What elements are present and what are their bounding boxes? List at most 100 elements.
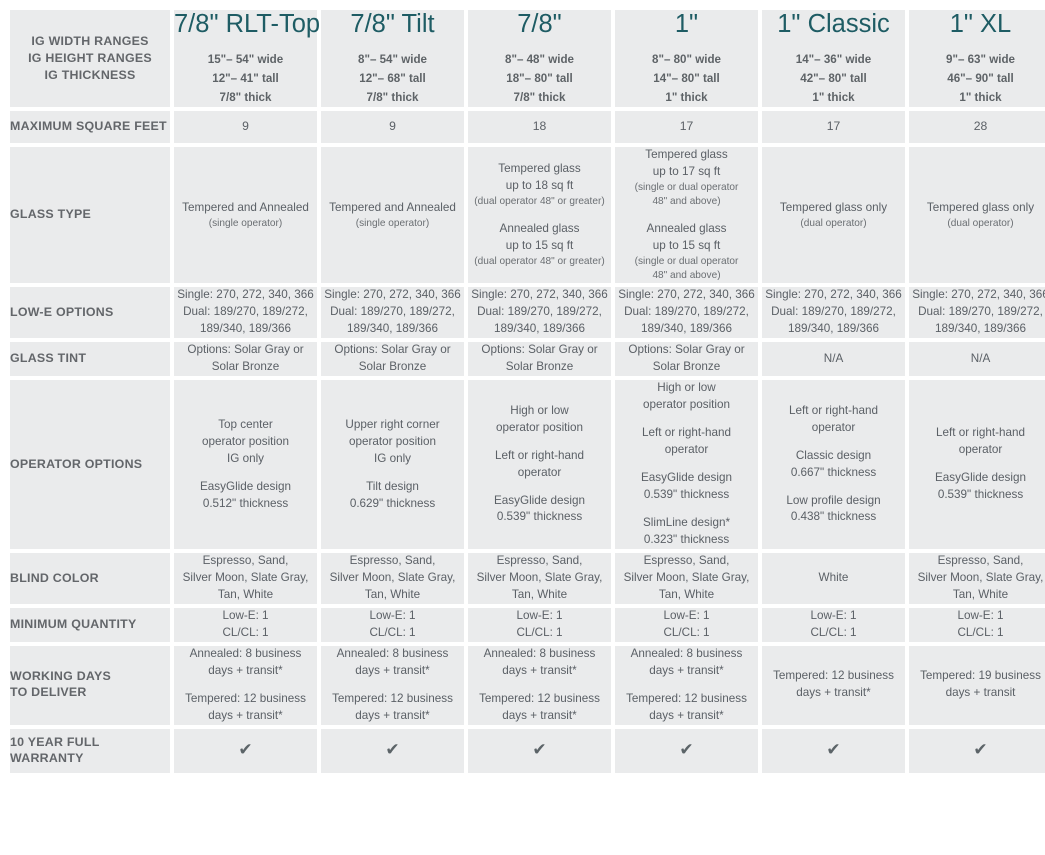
column-specs: 8"– 54" wide 12"– 68" tall 7/8" thick	[321, 51, 464, 107]
table-cell: Low-E: 1 CL/CL: 1	[174, 607, 317, 642]
column-header-2: 7/8" 8"– 48" wide 18"– 80" tall 7/8" thick	[468, 10, 611, 108]
table-cell: Annealed: 8 business days + transit* Tempe…	[174, 645, 317, 725]
column-title: 1" Classic	[777, 10, 890, 38]
row-label-10-year-full-warranty: 10 YEAR FULL WARRANTY	[10, 728, 170, 773]
cell-note: (single operator)	[355, 217, 430, 229]
row-label-low-e-options: LOW-E OPTIONS	[10, 287, 170, 339]
cell-text: up to 15 sq ft	[652, 238, 721, 252]
row-label-operator-options: OPERATOR OPTIONS	[10, 380, 170, 549]
column-spec: 14"– 36" wide	[795, 53, 872, 67]
table-cell: N/A	[909, 342, 1045, 377]
table-cell: Single: 270, 272, 340, 366 Dual: 189/270,…	[909, 287, 1045, 339]
table-cell: Espresso, Sand, Silver Moon, Slate Gray, T…	[909, 552, 1045, 604]
table-cell: Tempered and Annealed (single operator)	[174, 147, 317, 284]
cell-note: (single operator)	[208, 217, 283, 229]
table-cell: Tempered glass only (dual operator)	[762, 147, 905, 284]
table-cell: Low-E: 1 CL/CL: 1	[762, 607, 905, 642]
column-spec: 42"– 80" tall	[800, 71, 867, 85]
table-cell: Low-E: 1 CL/CL: 1	[615, 607, 758, 642]
column-specs: 8"– 48" wide 18"– 80" tall 7/8" thick	[468, 51, 611, 107]
cell-note: (single or dual operator	[634, 182, 739, 194]
table-row: MAXIMUM SQUARE FEET 9 9 18 17 17 28	[10, 111, 1045, 144]
column-spec: 8"– 54" wide	[358, 53, 427, 67]
row-label-glass-type: GLASS TYPE	[10, 147, 170, 284]
warranty-cell: ✔	[762, 728, 905, 773]
cell-note: (dual operator 48" or greater)	[474, 255, 605, 267]
table-cell: Espresso, Sand, Silver Moon, Slate Gray, T…	[321, 552, 464, 604]
table-cell: Left or right-hand operator EasyGlide desi…	[909, 380, 1045, 549]
table-cell: 28	[909, 111, 1045, 144]
table-cell: Tempered: 19 business days + transit	[909, 645, 1045, 725]
table-cell: Left or right-hand operator Classic design…	[762, 380, 905, 549]
table-cell: Options: Solar Gray or Solar Bronze	[468, 342, 611, 377]
column-spec: 8"– 80" wide	[652, 53, 721, 67]
table-cell: Low-E: 1 CL/CL: 1	[468, 607, 611, 642]
warranty-cell: ✔	[321, 728, 464, 773]
row-label-blind-color: BLIND COLOR	[10, 552, 170, 604]
table-cell: Single: 270, 272, 340, 366 Dual: 189/270,…	[615, 287, 758, 339]
cell-text: up to 15 sq ft	[505, 238, 574, 252]
table-cell: Espresso, Sand, Silver Moon, Slate Gray, T…	[615, 552, 758, 604]
table-cell: Tempered: 12 business days + transit*	[762, 645, 905, 725]
table-cell: Options: Solar Gray or Solar Bronze	[615, 342, 758, 377]
cell-note: 48" and above)	[652, 270, 721, 281]
table-row: OPERATOR OPTIONS Top center operator posit…	[10, 380, 1045, 549]
warranty-cell: ✔	[174, 728, 317, 773]
table-cell: Single: 270, 272, 340, 366 Dual: 189/270,…	[762, 287, 905, 339]
table-cell: Tempered and Annealed (single operator)	[321, 147, 464, 284]
table-cell: Single: 270, 272, 340, 366 Dual: 189/270,…	[321, 287, 464, 339]
table-cell: High or low operator position Left or righ…	[468, 380, 611, 549]
table-cell: Single: 270, 272, 340, 366 Dual: 189/270,…	[468, 287, 611, 339]
ig-height-ranges-label: IG HEIGHT RANGES	[28, 51, 152, 66]
cell-text: Tempered glass only	[779, 200, 888, 214]
cell-text: up to 17 sq ft	[652, 165, 721, 179]
column-title: 7/8"	[517, 10, 562, 38]
column-title: 7/8" RLT-Top	[174, 10, 321, 38]
ig-width-ranges-label: IG WIDTH RANGES	[31, 34, 149, 49]
checkmark-icon: ✔	[826, 739, 841, 759]
table-row: LOW-E OPTIONS Single: 270, 272, 340, 366 D…	[10, 287, 1045, 339]
cell-text: Annealed glass	[646, 221, 727, 235]
table-row: 10 YEAR FULL WARRANTY ✔ ✔ ✔ ✔ ✔ ✔	[10, 728, 1045, 773]
table-cell: Tempered glass up to 17 sq ft (single or d…	[615, 147, 758, 284]
warranty-cell: ✔	[909, 728, 1045, 773]
table-cell: Tempered glass up to 18 sq ft (dual operat…	[468, 147, 611, 284]
column-header-4: 1" Classic 14"– 36" wide 42"– 80" tall 1" t…	[762, 10, 905, 108]
row-label-ig-ranges: IG WIDTH RANGES IG HEIGHT RANGES IG THICKN…	[10, 10, 170, 108]
column-header-1: 7/8" Tilt 8"– 54" wide 12"– 68" tall 7/8" t…	[321, 10, 464, 108]
column-specs: 14"– 36" wide 42"– 80" tall 1" thick	[762, 51, 905, 107]
table-header-row: IG WIDTH RANGES IG HEIGHT RANGES IG THICKN…	[10, 10, 1045, 108]
column-spec: 7/8" thick	[366, 90, 419, 104]
checkmark-icon: ✔	[973, 739, 988, 759]
column-spec: 7/8" thick	[513, 90, 566, 104]
column-header-0: 7/8" RLT-Top 15"– 54" wide 12"– 41" tall 7/…	[174, 10, 321, 108]
column-title: 7/8" Tilt	[350, 10, 435, 38]
table-cell: Single: 270, 272, 340, 366 Dual: 189/270,…	[174, 287, 317, 339]
column-spec: 46"– 90" tall	[947, 71, 1014, 85]
cell-note: 48" and above)	[652, 196, 721, 208]
column-spec: 12"– 41" tall	[212, 71, 279, 85]
table-cell: Espresso, Sand, Silver Moon, Slate Gray, T…	[174, 552, 317, 604]
table-cell: Top center operator position IG only EasyGl…	[174, 380, 317, 549]
column-spec: 15"– 54" wide	[207, 53, 284, 67]
column-spec: 8"– 48" wide	[505, 53, 574, 67]
table-cell: 17	[762, 111, 905, 144]
cell-note: (dual operator 48" or greater)	[474, 196, 605, 208]
table-row: WORKING DAYS TO DELIVER Annealed: 8 busine…	[10, 645, 1045, 725]
comparison-table-container: IG WIDTH RANGES IG HEIGHT RANGES IG THICKN…	[0, 0, 1045, 855]
table-cell: 9	[174, 111, 317, 144]
column-specs: 8"– 80" wide 14"– 80" tall 1" thick	[615, 51, 758, 107]
cell-text: Tempered and Annealed	[329, 200, 456, 214]
cell-text: Tempered glass only	[926, 200, 1035, 214]
table-cell: 17	[615, 111, 758, 144]
column-spec: 1" thick	[959, 90, 1002, 104]
column-header-3: 1" 8"– 80" wide 14"– 80" tall 1" thick	[615, 10, 758, 108]
checkmark-icon: ✔	[679, 739, 694, 759]
table-cell: Options: Solar Gray or Solar Bronze	[174, 342, 317, 377]
cell-text: up to 18 sq ft	[505, 179, 574, 193]
table-cell: Tempered glass only (dual operator)	[909, 147, 1045, 284]
table-cell: Annealed: 8 business days + transit* Tempe…	[468, 645, 611, 725]
row-label-maximum-square-feet: MAXIMUM SQUARE FEET	[10, 111, 170, 144]
column-spec: 7/8" thick	[219, 90, 272, 104]
column-specs: 9"– 63" wide 46"– 90" tall 1" thick	[909, 51, 1045, 107]
